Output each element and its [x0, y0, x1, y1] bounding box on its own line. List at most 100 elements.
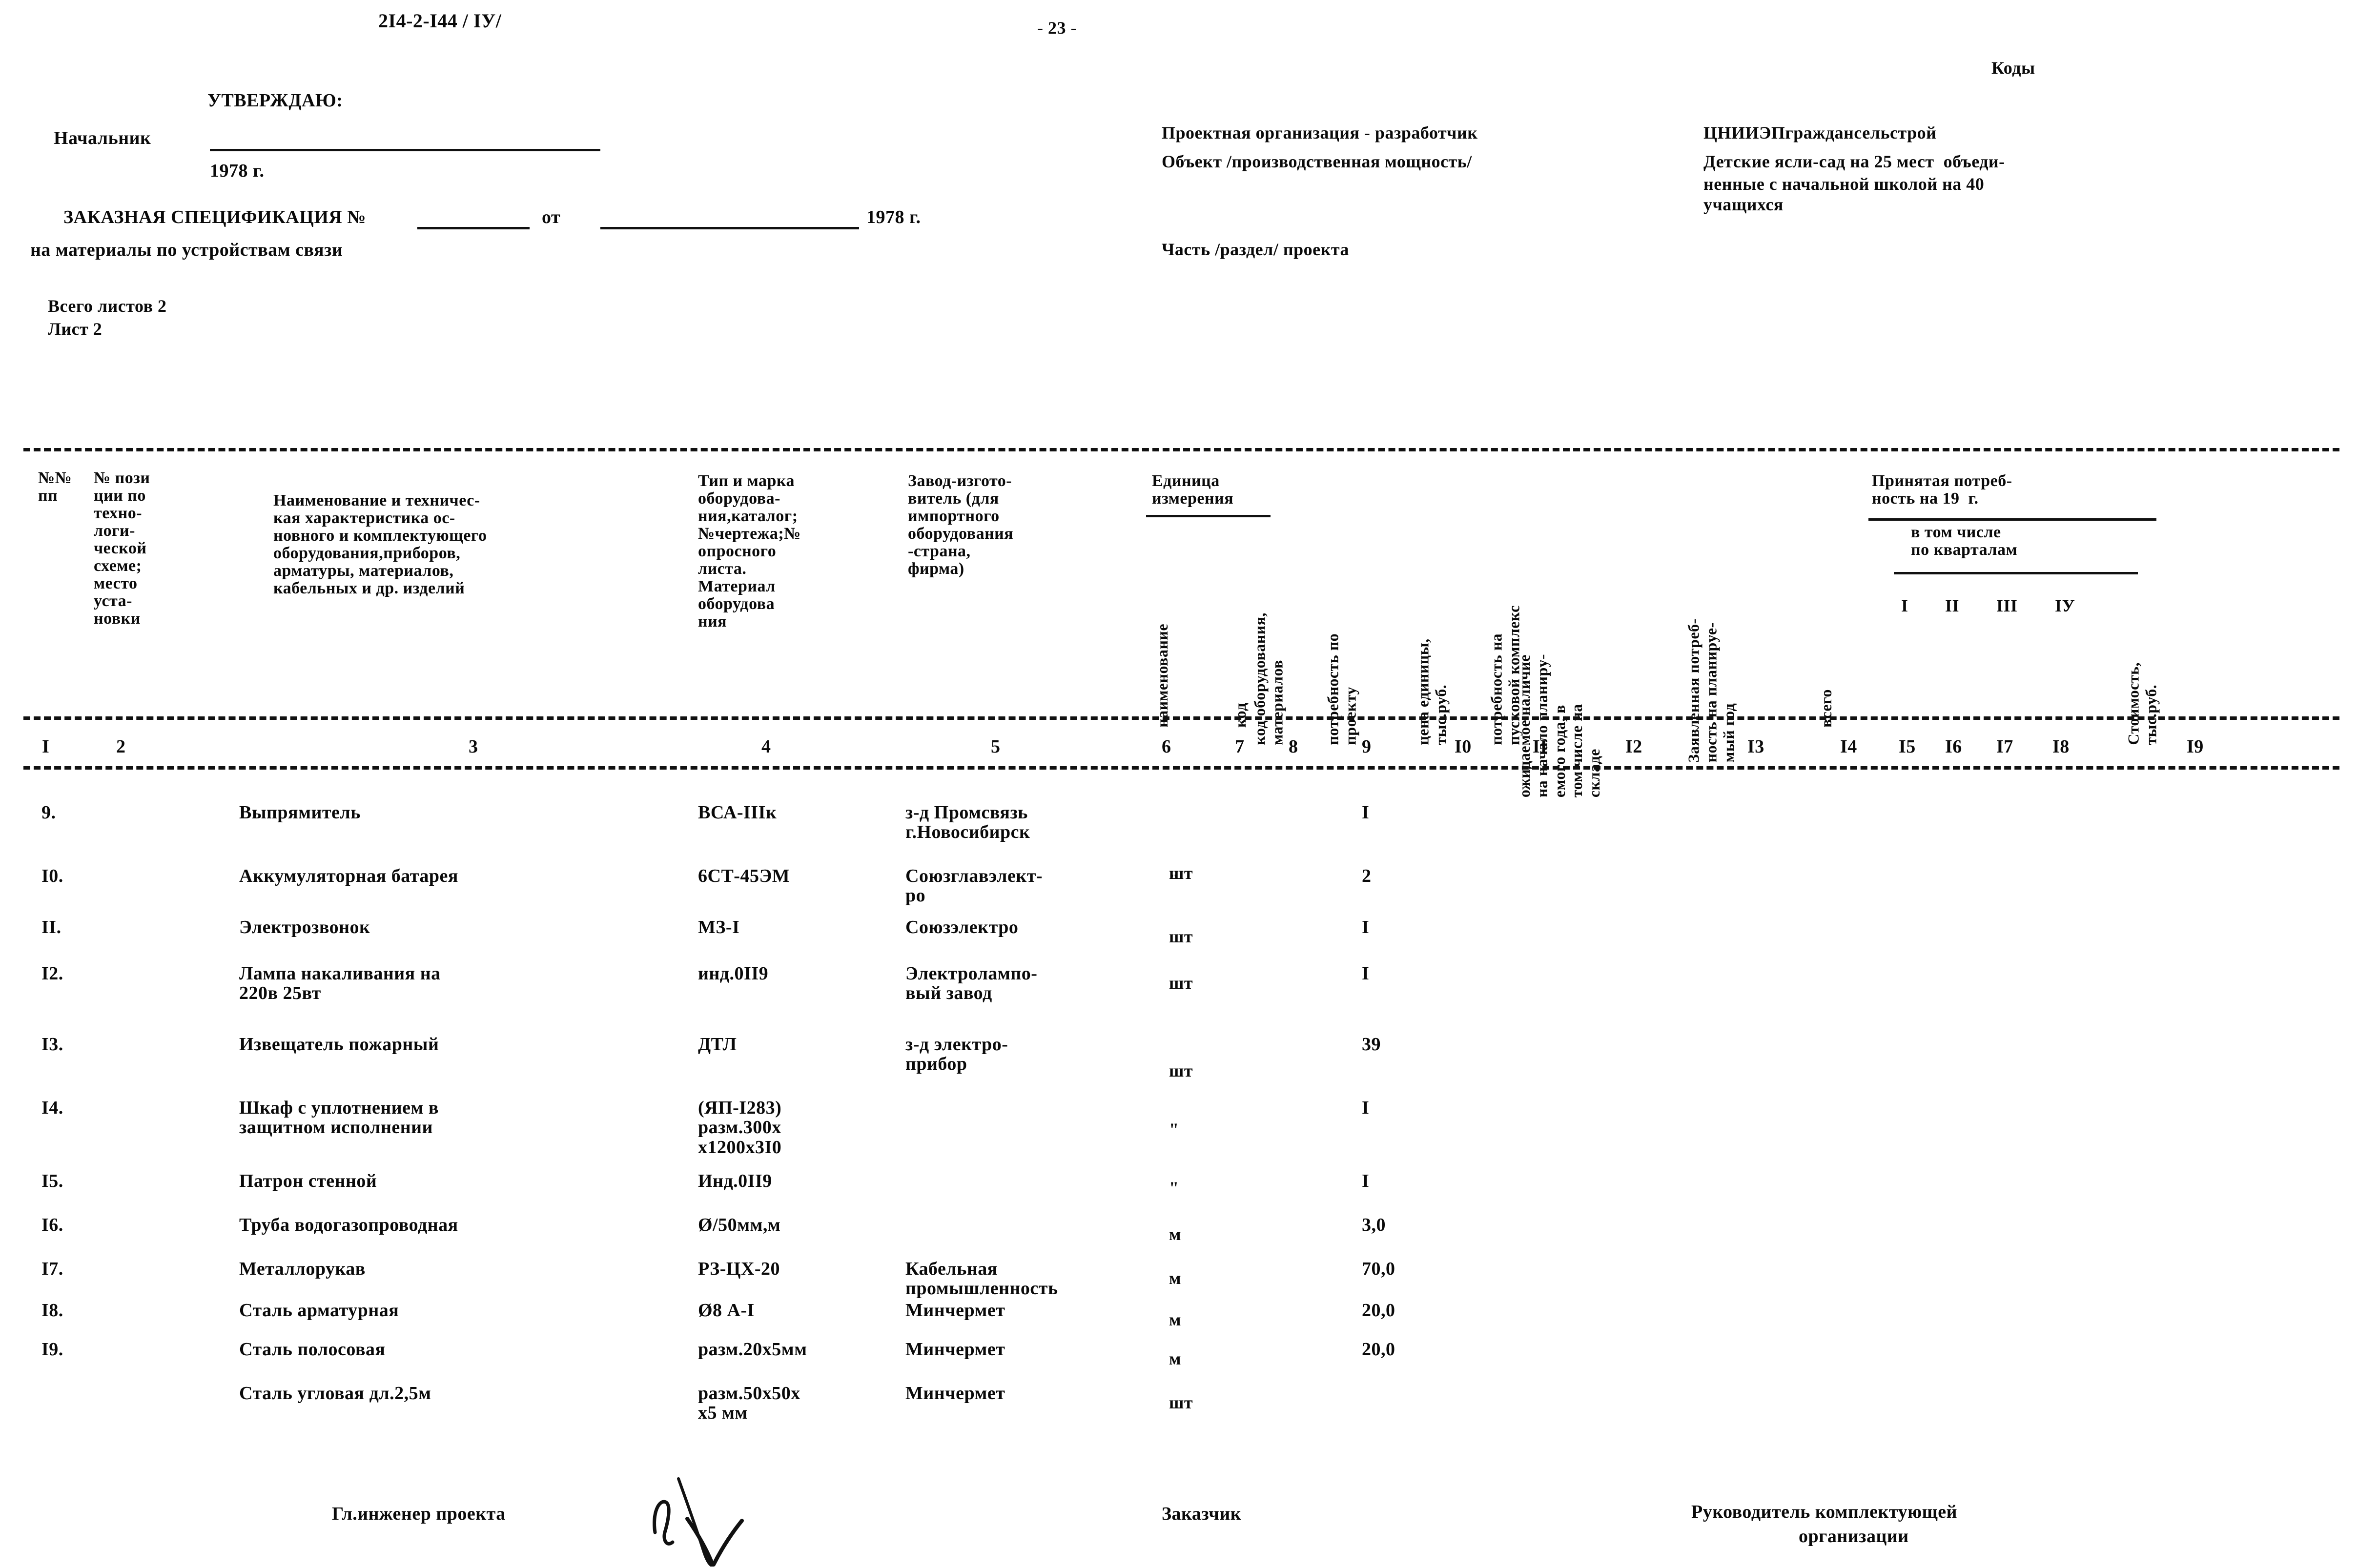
spec-subtitle: на материалы по устройствам связи	[30, 240, 343, 260]
column-number: 8	[1289, 736, 1298, 757]
column-number: 3	[469, 736, 478, 757]
footer-customer: Заказчик	[1162, 1504, 1242, 1524]
column-number: I6	[1945, 736, 1962, 757]
object-value-line2: ненные с начальной школой на 40	[1703, 174, 1985, 194]
designer-value: ЦНИИЭПграждансельстрой	[1703, 123, 1937, 143]
approval-year: 1978 г.	[210, 161, 265, 181]
row-type: ДТЛ	[698, 1034, 737, 1055]
row-quantity: I	[1362, 1098, 1370, 1118]
row-name: Шкаф с уплотнением в защитном исполнении	[239, 1098, 439, 1138]
row-unit: шт	[1169, 1393, 1193, 1412]
object-value-line1: Детские ясли-сад на 25 мест объеди-	[1703, 152, 2005, 171]
header-accepted-sub: в том числе по кварталам	[1911, 523, 2018, 559]
column-number: 5	[991, 736, 1001, 757]
row-name: Извещатель пожарный	[239, 1034, 439, 1055]
row-type: (ЯП-I283) разм.300х х1200х3I0	[698, 1098, 782, 1158]
spec-title-prefix: ЗАКАЗНАЯ СПЕЦИФИКАЦИЯ №	[63, 207, 366, 227]
row-number: I7.	[41, 1259, 63, 1279]
row-name: Лампа накаливания на 220в 25вт	[239, 963, 441, 1004]
row-type: МЗ-I	[698, 917, 740, 937]
header-col-14: всего	[1817, 689, 1835, 728]
row-number: I2.	[41, 963, 63, 984]
row-quantity: I	[1362, 963, 1370, 984]
accepted-sub-underline	[1894, 572, 2138, 574]
row-maker: Минчермет	[905, 1339, 1005, 1360]
row-maker: Кабельная промышленность	[905, 1259, 1058, 1299]
column-number: I7	[1996, 736, 2013, 757]
header-quarter-1: I	[1901, 596, 1908, 615]
row-type: Ø8 А-I	[698, 1300, 755, 1321]
row-quantity: 20,0	[1362, 1300, 1395, 1321]
unit-group-underline	[1146, 515, 1271, 517]
row-type: 6СТ-45ЭМ	[698, 866, 790, 886]
row-maker: Союзглавэлект- ро	[905, 866, 1043, 906]
row-name: Сталь полосовая	[239, 1339, 386, 1360]
row-name: Патрон стенной	[239, 1171, 377, 1191]
row-name: Аккумуляторная батарея	[239, 866, 458, 886]
row-unit: м	[1169, 1349, 1182, 1368]
row-quantity: I	[1362, 1171, 1370, 1191]
row-unit: шт	[1169, 973, 1193, 993]
column-number: I2	[1625, 736, 1642, 757]
footer-chief-engineer: Гл.инженер проекта	[332, 1504, 506, 1524]
row-number: I0.	[41, 866, 63, 886]
row-name: Выпрямитель	[239, 802, 361, 823]
row-number: I5.	[41, 1171, 63, 1191]
header-col-3: Наименование и техничес- кая характерист…	[273, 491, 487, 598]
row-unit: м	[1169, 1310, 1182, 1329]
row-quantity: 2	[1362, 866, 1372, 886]
row-name: Электрозвонок	[239, 917, 370, 937]
header-col-4: Тип и марка оборудова- ния,каталог; №чер…	[698, 472, 801, 631]
header-col-12: ожидаемое наличие на начало планиру- емо…	[1515, 653, 1603, 798]
row-maker: з-д электро- прибор	[905, 1034, 1008, 1075]
part-label: Часть /раздел/ проекта	[1162, 240, 1349, 259]
row-name: Сталь угловая дл.2,5м	[239, 1383, 431, 1404]
document-page: 2I4-2-I44 / IУ/ - 23 - Коды УТВЕРЖДАЮ: Н…	[0, 0, 2358, 1568]
header-col-10: цена единицы, тыс.руб.	[1414, 638, 1450, 745]
row-number: I3.	[41, 1034, 63, 1055]
spec-date-line	[600, 227, 859, 229]
row-type: РЗ-ЦХ-20	[698, 1259, 780, 1279]
row-quantity: 3,0	[1362, 1215, 1386, 1235]
column-number-divider	[23, 766, 2339, 770]
row-type: инд.0II9	[698, 963, 769, 984]
row-name: Сталь арматурная	[239, 1300, 399, 1321]
designer-label: Проектная организация - разработчик	[1162, 123, 1478, 143]
page-number: - 23 -	[1037, 18, 1077, 38]
row-type: разм.20х5мм	[698, 1339, 807, 1360]
row-unit: "	[1169, 1178, 1179, 1198]
header-col-8: код оборудования, материалов	[1251, 612, 1286, 745]
header-col-5: Завод-изгото- витель (для импортного обо…	[908, 472, 1014, 578]
row-name: Труба водогазопроводная	[239, 1215, 458, 1235]
row-unit: шт	[1169, 927, 1193, 946]
row-number: I4.	[41, 1098, 63, 1118]
header-col-2: № пози ции по техно- логи- ческой схеме;…	[94, 469, 150, 628]
row-type: ВСА-IIIк	[698, 802, 777, 823]
row-number: I8.	[41, 1300, 63, 1321]
row-quantity: I	[1362, 802, 1370, 823]
row-number: 9.	[41, 802, 56, 823]
column-number: I9	[2187, 736, 2204, 757]
column-number: I	[42, 736, 50, 757]
column-number: 4	[761, 736, 771, 757]
table-header-divider	[23, 716, 2339, 720]
header-quarter-2: II	[1945, 596, 1960, 615]
header-col-6: наименование	[1153, 623, 1171, 728]
column-number: 2	[116, 736, 126, 757]
header-col-7: код	[1231, 703, 1250, 728]
spec-number-line	[417, 227, 530, 229]
header-unit-group: Единица измерения	[1152, 472, 1234, 508]
chief-label: Начальник	[54, 128, 151, 148]
column-number: I3	[1747, 736, 1764, 757]
row-maker: Электролампо- вый завод	[905, 963, 1038, 1004]
sheet-number: Лист 2	[48, 319, 103, 339]
row-unit: "	[1169, 871, 1179, 890]
object-value-line3: учащихся	[1703, 195, 1784, 214]
row-name: Металлорукав	[239, 1259, 366, 1279]
header-col-19: Стоимость, тыс.руб.	[2124, 662, 2160, 745]
header-quarter-4: IУ	[2055, 596, 2075, 615]
row-unit: "	[1169, 1120, 1179, 1139]
row-type: разм.50х50х х5 мм	[698, 1383, 800, 1424]
header-col-13: Заявленная потреб- ность на планируе- мы…	[1684, 618, 1738, 763]
row-quantity: 39	[1362, 1034, 1381, 1055]
